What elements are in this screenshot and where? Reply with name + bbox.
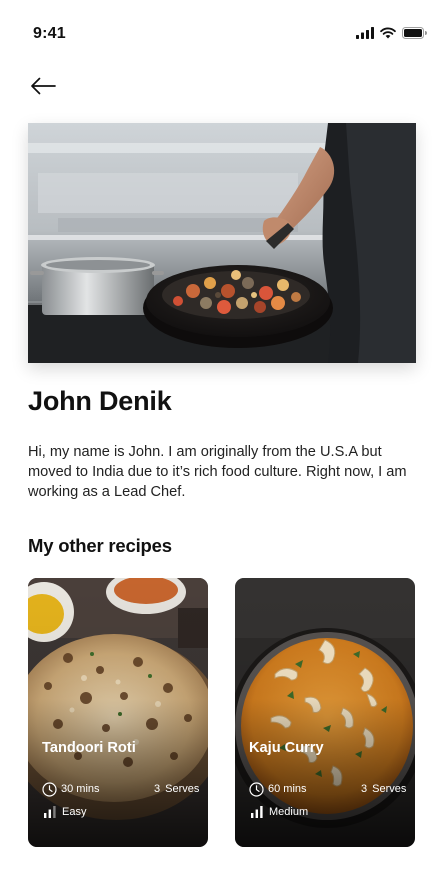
recipe-difficulty: Easy <box>44 806 86 818</box>
recipe-time-text: 30 mins <box>61 783 100 795</box>
status-time: 9:41 <box>33 25 66 42</box>
recipe-serves-count: 3 <box>361 783 368 795</box>
back-button[interactable] <box>28 73 58 99</box>
battery-icon <box>402 27 427 39</box>
wifi-icon <box>380 27 396 39</box>
recipe-serves-label: Serves <box>372 783 407 795</box>
bar-level-icon <box>251 806 263 818</box>
arrow-left-icon <box>31 77 56 95</box>
chef-cooking-image <box>28 123 416 363</box>
recipe-card-kaju-curry[interactable]: Kaju Curry 60 mins 3 Serves Medium <box>235 578 415 847</box>
recipe-difficulty-text: Easy <box>62 806 87 818</box>
status-icons <box>356 27 427 39</box>
recipe-meta: 30 mins 3 Serves <box>42 779 202 799</box>
recipe-serves: 3 Serves <box>361 783 406 795</box>
section-title: My other recipes <box>28 535 172 556</box>
recipe-time-text: 60 mins <box>268 783 307 795</box>
recipe-difficulty: Medium <box>251 806 308 818</box>
recipe-meta: 60 mins 3 Serves <box>249 779 409 799</box>
chef-name: John Denik <box>28 386 172 416</box>
recipe-time: 60 mins <box>249 781 307 797</box>
recipe-serves-label: Serves <box>165 783 200 795</box>
bar-level-icon <box>44 806 56 818</box>
clock-icon <box>42 781 57 797</box>
recipe-card-tandoori-roti[interactable]: Tandoori Roti 30 mins 3 Serves Easy <box>28 578 208 847</box>
status-bar: 9:41 <box>0 0 444 64</box>
recipe-difficulty-text: Medium <box>269 806 309 818</box>
recipe-title: Tandoori Roti <box>42 740 136 756</box>
clock-icon <box>249 781 264 797</box>
recipe-time: 30 mins <box>42 781 100 797</box>
recipe-title: Kaju Curry <box>249 740 324 756</box>
recipe-serves: 3 Serves <box>154 783 199 795</box>
recipe-serves-count: 3 <box>154 783 161 795</box>
signal-icon <box>356 27 374 39</box>
chef-bio: Hi, my name is John. I am originally fro… <box>28 444 407 500</box>
